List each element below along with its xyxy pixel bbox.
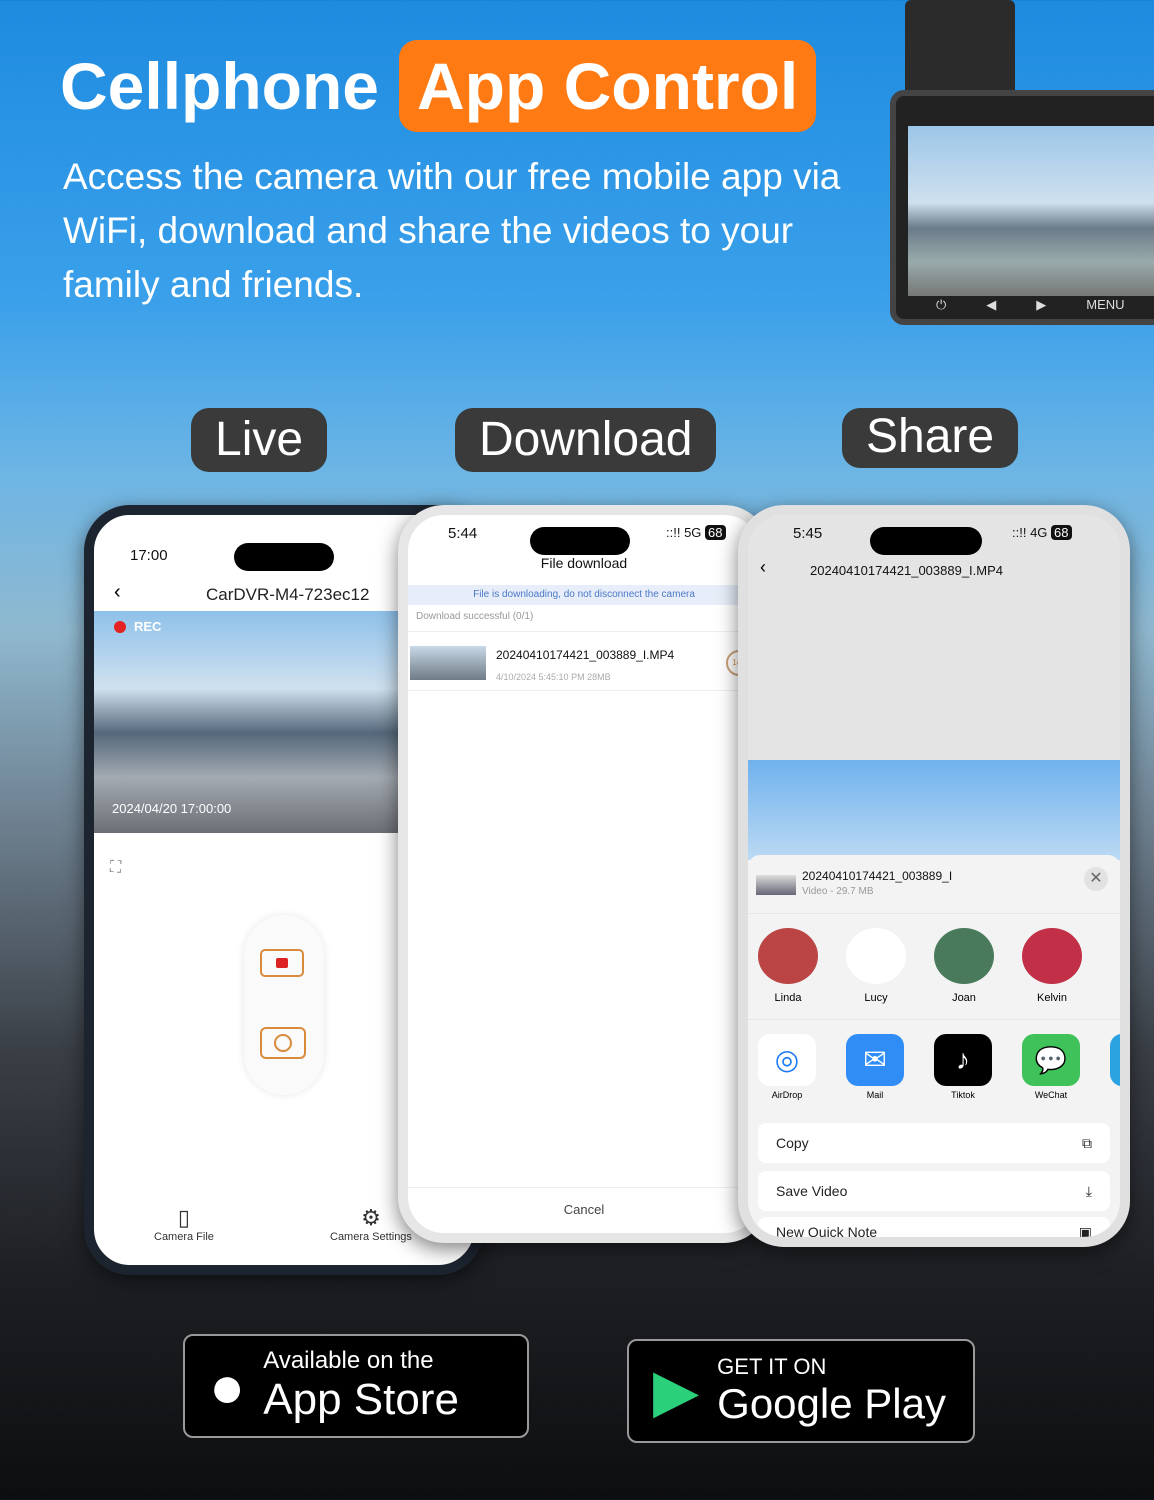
mail-icon: ✉ bbox=[846, 1034, 904, 1086]
headline-highlight: App Control bbox=[399, 40, 817, 132]
app-wechat[interactable]: 💬 WeChat bbox=[1022, 1034, 1080, 1100]
action-new-quick-note[interactable]: New Quick Note ▣ bbox=[758, 1217, 1110, 1240]
contact-kelvin[interactable]: Kelvin bbox=[1022, 928, 1082, 1004]
video-timestamp: 2024/04/20 17:00:00 bbox=[112, 801, 232, 816]
back-icon[interactable]: ‹ bbox=[760, 557, 766, 578]
app-mail[interactable]: ✉ Mail bbox=[846, 1034, 904, 1100]
app-tiktok[interactable]: ♪ Tiktok bbox=[934, 1034, 992, 1100]
contacts-row: Linda Lucy Joan Kelvin bbox=[748, 913, 1120, 1004]
app-store-big: App Store bbox=[263, 1375, 459, 1424]
camera-icon[interactable] bbox=[260, 1027, 306, 1059]
app-store-small: Available on the bbox=[263, 1347, 434, 1374]
contact-joan[interactable]: Joan bbox=[934, 928, 994, 1004]
download-phone: 5:44 ::!! 5G 68 File download File is do… bbox=[398, 505, 770, 1243]
app-telegram[interactable]: Te bbox=[1110, 1034, 1120, 1100]
share-file-name: 20240410174421_003889_I bbox=[802, 869, 953, 883]
video-preview bbox=[748, 760, 1120, 860]
sd-card-icon: ▯ bbox=[177, 1205, 190, 1230]
google-play-big: Google Play bbox=[717, 1380, 946, 1427]
telegram-icon bbox=[1110, 1034, 1120, 1086]
copy-icon: ⧉ bbox=[1082, 1134, 1092, 1151]
status-time: 5:44 bbox=[448, 525, 478, 542]
cancel-button[interactable]: Cancel bbox=[408, 1187, 760, 1217]
label-live: Live bbox=[191, 408, 328, 472]
camera-file-button[interactable]: ▯ Camera File bbox=[154, 1205, 214, 1243]
google-play-badge[interactable]: ▶ GET IT ON Google Play bbox=[627, 1339, 975, 1443]
video-title: 20240410174421_003889_I.MP4 bbox=[810, 563, 1004, 578]
download-icon: ⤓ bbox=[1085, 1182, 1092, 1199]
status-time: 17:00 bbox=[130, 547, 168, 564]
share-file-meta: Video - 29.7 MB bbox=[802, 886, 874, 897]
app-airdrop[interactable]: ◎ AirDrop bbox=[758, 1034, 816, 1100]
quick-note-icon: ▣ bbox=[1078, 1223, 1092, 1240]
camera-file-label: Camera File bbox=[154, 1231, 214, 1243]
action-copy[interactable]: Copy ⧉ bbox=[758, 1123, 1110, 1163]
download-notice: File is downloading, do not disconnect t… bbox=[408, 585, 760, 605]
headline: Cellphone App Control bbox=[60, 40, 817, 132]
google-play-small: GET IT ON bbox=[717, 1354, 827, 1379]
dashcam: ⏻ ◀ ▶ MENU bbox=[890, 90, 1154, 325]
status-time: 5:45 bbox=[793, 525, 823, 542]
label-download: Download bbox=[455, 408, 717, 472]
capture-controls bbox=[244, 915, 324, 1095]
back-icon[interactable]: ‹ bbox=[114, 581, 121, 604]
airdrop-icon: ◎ bbox=[758, 1034, 816, 1086]
status-signal: ::!! 4G 68 bbox=[1012, 525, 1072, 540]
status-signal: ::!! 5G 68 bbox=[666, 525, 726, 540]
close-icon[interactable]: ✕ bbox=[1084, 867, 1108, 891]
headline-part1: Cellphone bbox=[60, 49, 380, 123]
file-name: 20240410174421_003889_I.MP4 bbox=[496, 648, 675, 662]
dynamic-island bbox=[870, 527, 982, 555]
power-icon: ⏻ bbox=[936, 297, 947, 312]
share-sheet: 20240410174421_003889_I Video - 29.7 MB … bbox=[748, 855, 1120, 1240]
dynamic-island bbox=[530, 527, 630, 555]
google-play-icon: ▶ bbox=[653, 1357, 700, 1424]
action-save-video[interactable]: Save Video ⤓ bbox=[758, 1171, 1110, 1211]
dashcam-screen bbox=[908, 126, 1154, 296]
rec-label: REC bbox=[134, 619, 162, 634]
apple-logo-icon: ● bbox=[209, 1352, 246, 1420]
file-thumbnail bbox=[410, 646, 486, 680]
record-icon[interactable] bbox=[260, 949, 304, 977]
device-title: CarDVR-M4-723ec12 bbox=[206, 585, 370, 604]
subtitle: Access the camera with our free mobile a… bbox=[63, 156, 841, 305]
menu-label: MENU bbox=[1086, 297, 1125, 312]
right-icon: ▶ bbox=[1036, 297, 1047, 312]
dashcam-mount bbox=[905, 0, 1015, 95]
file-row[interactable]: 20240410174421_003889_I.MP4 4/10/2024 5:… bbox=[408, 631, 760, 691]
fullscreen-icon[interactable]: ⛶ bbox=[110, 859, 121, 877]
file-meta: 4/10/2024 5:45:10 PM 28MB bbox=[496, 672, 611, 682]
page-title: File download bbox=[540, 555, 628, 571]
label-share: Share bbox=[842, 408, 1019, 468]
camera-settings-label: Camera Settings bbox=[330, 1231, 412, 1243]
tiktok-icon: ♪ bbox=[934, 1034, 992, 1086]
share-phone: 5:45 ::!! 4G 68 ‹ 20240410174421_003889_… bbox=[738, 505, 1130, 1247]
download-status: Download successful (0/1) bbox=[416, 611, 534, 622]
file-thumbnail bbox=[756, 875, 796, 895]
wechat-icon: 💬 bbox=[1022, 1034, 1080, 1086]
contact-linda[interactable]: Linda bbox=[758, 928, 818, 1004]
apps-row: ◎ AirDrop ✉ Mail ♪ Tiktok 💬 WeChat Te bbox=[748, 1019, 1120, 1100]
left-icon: ◀ bbox=[986, 297, 997, 312]
dynamic-island bbox=[234, 543, 334, 571]
contact-lucy[interactable]: Lucy bbox=[846, 928, 906, 1004]
rec-dot-icon bbox=[114, 621, 126, 633]
app-store-badge[interactable]: ● Available on the App Store bbox=[183, 1334, 529, 1438]
